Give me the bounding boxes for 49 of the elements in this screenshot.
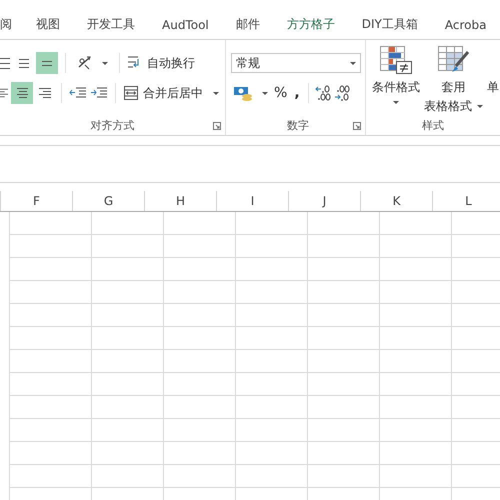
caret-icon (262, 92, 268, 94)
column-header[interactable]: I (217, 191, 289, 211)
right-align-icon (39, 88, 51, 98)
column-header[interactable]: G (73, 191, 145, 211)
top-align-icon (0, 58, 10, 68)
bottom-align-button[interactable] (36, 52, 58, 74)
bottom-align-icon (42, 60, 52, 66)
center-align-icon (16, 88, 28, 98)
wrap-text-button[interactable]: 自动换行 (127, 52, 195, 74)
caret-icon (477, 105, 483, 108)
center-align-button[interactable] (11, 82, 33, 104)
comma-style-button[interactable]: , (291, 85, 303, 101)
caret-icon (350, 62, 356, 64)
column-header[interactable]: L (433, 191, 500, 211)
caret-icon (102, 62, 108, 64)
ribbon-tab[interactable]: 邮件 (236, 14, 260, 35)
caret-icon (393, 101, 399, 104)
column-header[interactable]: K (361, 191, 433, 211)
column-header[interactable]: H (145, 191, 217, 211)
format-as-table-button[interactable]: 套用 表格格式 (424, 46, 483, 116)
conditional-formatting-button[interactable]: 条件格式 (372, 46, 420, 104)
group-label: 对齐方式 (90, 118, 134, 132)
number-format-dropdown[interactable]: 常规 (231, 53, 361, 73)
conditional-format-icon (380, 46, 412, 74)
money-icon (233, 85, 253, 101)
merge-cells-icon (123, 85, 139, 101)
ribbon-tab[interactable]: 视图 (36, 14, 60, 35)
left-align-icon (0, 88, 8, 98)
percent-style-button[interactable]: % (271, 85, 290, 101)
ribbon-tab[interactable]: Acroba (444, 16, 486, 34)
middle-align-icon (19, 58, 29, 68)
dialog-launcher-icon[interactable] (353, 122, 361, 130)
cell-styles-button[interactable]: 单 (487, 46, 499, 97)
dialog-launcher-icon[interactable] (213, 122, 221, 130)
table-brush-icon (438, 46, 470, 74)
decrease-decimal-icon (332, 84, 351, 102)
ribbon-tab[interactable]: 开发工具 (87, 14, 135, 35)
group-label: 样式 (422, 118, 444, 133)
increase-decimal-icon (314, 84, 332, 102)
column-header[interactable]: F (1, 191, 73, 211)
text-angle-icon (77, 55, 93, 71)
caret-icon (213, 92, 219, 94)
group-label: 数字 (287, 118, 309, 132)
column-header[interactable]: J (289, 191, 361, 211)
ribbon-tab[interactable]: DIY工具箱 (362, 14, 418, 35)
ribbon-tab[interactable]: AudTool (162, 16, 209, 34)
ribbon-tab[interactable]: 阅 (0, 14, 12, 35)
ribbon-tab[interactable]: 方方格子 (286, 14, 335, 35)
merge-center-button[interactable]: 合并后居中 (123, 82, 219, 104)
